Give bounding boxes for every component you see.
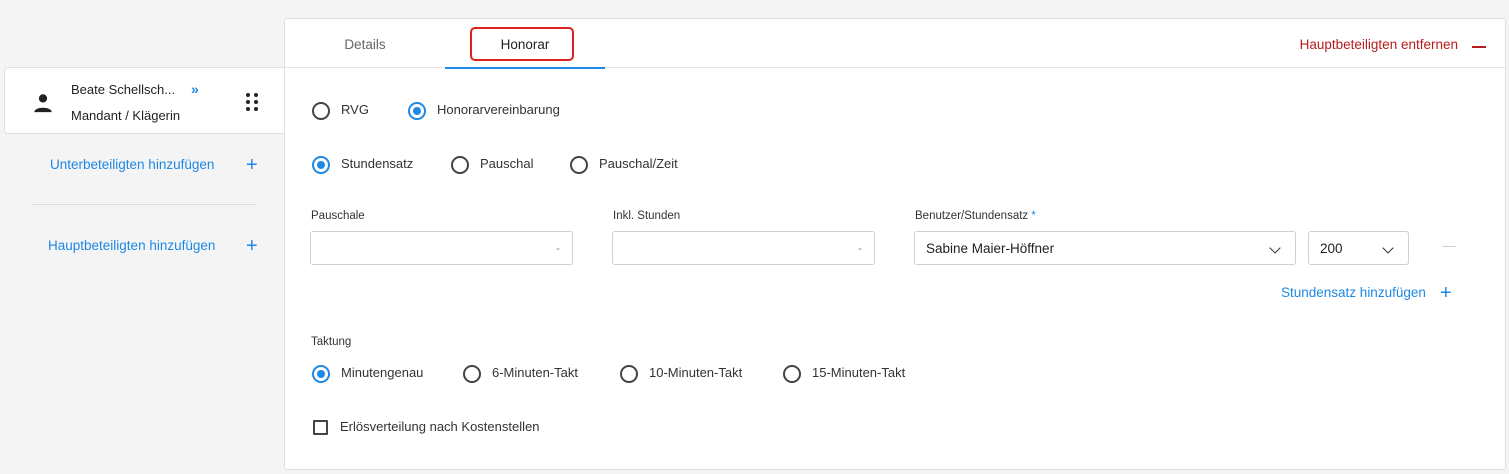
pauschale-input[interactable]: - bbox=[310, 231, 573, 265]
tab-details-label: Details bbox=[344, 37, 386, 52]
radio-6-minuten[interactable]: 6-Minuten-Takt bbox=[463, 365, 578, 383]
benutzer-select-value: Sabine Maier-Höffner bbox=[926, 241, 1055, 256]
inkl-stunden-label: Inkl. Stunden bbox=[613, 210, 681, 222]
active-tab-indicator bbox=[445, 67, 605, 69]
radio-stundensatz[interactable]: Stundensatz bbox=[312, 156, 413, 174]
main-party-card[interactable]: Beate Schellsch... » Mandant / Klägerin bbox=[4, 67, 286, 134]
radio-pauschal-label: Pauschal bbox=[480, 155, 534, 171]
chevron-down-icon bbox=[1382, 242, 1394, 254]
radio-minutengenau-label: Minutengenau bbox=[341, 364, 424, 380]
radio-15-minuten-label: 15-Minuten-Takt bbox=[812, 364, 906, 380]
party-name[interactable]: Beate Schellsch... bbox=[71, 82, 175, 97]
tab-details[interactable]: Details bbox=[285, 19, 445, 68]
benutzer-stundensatz-label: Benutzer/Stundensatz * bbox=[915, 210, 1036, 222]
person-icon bbox=[34, 94, 52, 113]
radio-10-minuten-label: 10-Minuten-Takt bbox=[649, 364, 743, 380]
radio-stundensatz-circle bbox=[312, 156, 330, 174]
add-sub-party-link[interactable]: Unterbeteiligten hinzufügen bbox=[50, 157, 214, 172]
inkl-stunden-input[interactable]: - bbox=[612, 231, 875, 265]
add-rate-link[interactable]: Stundensatz hinzufügen bbox=[1281, 285, 1426, 300]
taktung-label: Taktung bbox=[311, 336, 352, 348]
radio-6-minuten-circle bbox=[463, 365, 481, 383]
radio-pauschal[interactable]: Pauschal bbox=[451, 156, 533, 174]
radio-minutengenau-circle bbox=[312, 365, 330, 383]
radio-6-minuten-label: 6-Minuten-Takt bbox=[492, 364, 578, 380]
cost-center-checkbox-label: Erlösverteilung nach Kostenstellen bbox=[340, 419, 540, 434]
radio-rvg-label: RVG bbox=[341, 101, 369, 117]
radio-honorarvereinbarung[interactable]: Honorarvereinbarung bbox=[408, 102, 560, 120]
radio-minutengenau[interactable]: Minutengenau bbox=[312, 365, 423, 383]
required-marker: * bbox=[1031, 210, 1036, 222]
inkl-stunden-value: - bbox=[858, 241, 862, 255]
radio-pauschal-zeit-label: Pauschal/Zeit bbox=[599, 155, 678, 171]
add-rate-plus-icon[interactable]: + bbox=[1440, 283, 1452, 303]
radio-stundensatz-label: Stundensatz bbox=[341, 155, 414, 171]
main-panel: Details Honorar Hauptbeteiligten entfern… bbox=[284, 18, 1506, 470]
tab-bar: Details Honorar Hauptbeteiligten entfern… bbox=[285, 19, 1505, 69]
drag-handle-icon[interactable] bbox=[245, 92, 259, 112]
radio-pauschal-zeit[interactable]: Pauschal/Zeit bbox=[570, 156, 678, 174]
party-role: Mandant / Klägerin bbox=[71, 108, 181, 123]
benutzer-select[interactable]: Sabine Maier-Höffner bbox=[914, 231, 1296, 265]
remove-main-party-link[interactable]: Hauptbeteiligten entfernen bbox=[1300, 37, 1458, 52]
pauschale-label: Pauschale bbox=[311, 210, 365, 222]
add-main-party-plus-icon[interactable]: + bbox=[246, 236, 258, 256]
rate-select[interactable]: 200 bbox=[1308, 231, 1409, 265]
radio-10-minuten[interactable]: 10-Minuten-Takt bbox=[620, 365, 742, 383]
benutzer-stundensatz-label-text: Benutzer/Stundensatz bbox=[915, 210, 1029, 222]
radio-15-minuten[interactable]: 15-Minuten-Takt bbox=[783, 365, 905, 383]
tab-honorar[interactable]: Honorar bbox=[445, 19, 605, 69]
left-divider bbox=[32, 204, 256, 205]
radio-rvg[interactable]: RVG bbox=[312, 102, 369, 120]
tab-highlight-annotation bbox=[470, 27, 574, 61]
radio-rvg-circle bbox=[312, 102, 330, 120]
rate-select-value: 200 bbox=[1320, 241, 1343, 256]
radio-pauschal-circle bbox=[451, 156, 469, 174]
pauschale-value: - bbox=[556, 241, 560, 255]
remove-rate-minus-icon[interactable] bbox=[1442, 246, 1456, 247]
radio-honorarvereinbarung-circle bbox=[408, 102, 426, 120]
add-main-party-link[interactable]: Hauptbeteiligten hinzufügen bbox=[48, 238, 215, 253]
chevron-down-icon bbox=[1269, 242, 1281, 254]
expand-chevron-icon[interactable]: » bbox=[191, 81, 199, 97]
add-sub-party-plus-icon[interactable]: + bbox=[246, 155, 258, 175]
cost-center-checkbox-box bbox=[313, 420, 328, 435]
radio-honorarvereinbarung-label: Honorarvereinbarung bbox=[437, 101, 560, 117]
cost-center-checkbox[interactable]: Erlösverteilung nach Kostenstellen bbox=[313, 419, 540, 435]
remove-minus-icon[interactable] bbox=[1472, 46, 1486, 48]
radio-15-minuten-circle bbox=[783, 365, 801, 383]
radio-10-minuten-circle bbox=[620, 365, 638, 383]
radio-pauschal-zeit-circle bbox=[570, 156, 588, 174]
